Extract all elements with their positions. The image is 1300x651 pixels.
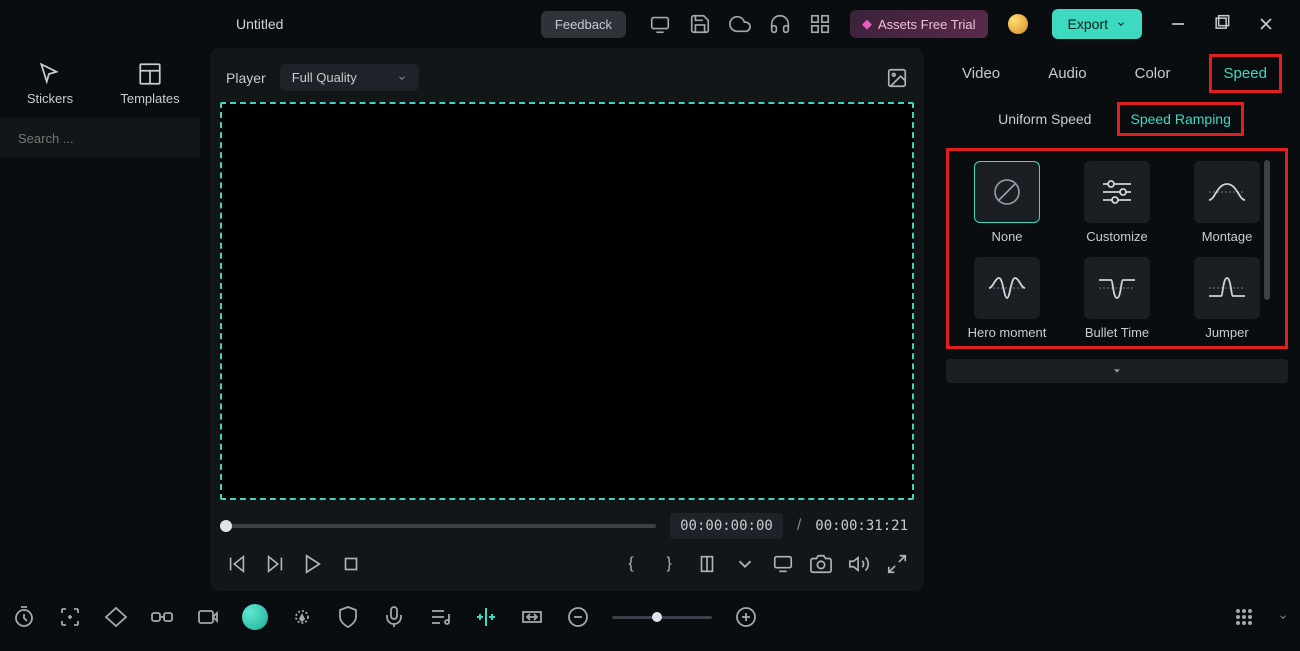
timeline-toolbar [0,591,1300,643]
mic-icon[interactable] [382,605,406,629]
step-back-button[interactable] [226,553,248,575]
player-panel: Player Full Quality 00:00:00:00 / 00:00:… [210,48,924,591]
preset-none[interactable]: None [955,161,1059,245]
preset-montage-label: Montage [1202,229,1253,245]
zoom-slider[interactable] [612,616,712,619]
stickers-label: Stickers [27,91,73,106]
uniform-speed-mode[interactable]: Uniform Speed [990,105,1099,133]
zoom-in-button[interactable] [734,605,758,629]
stickers-tab[interactable]: Stickers [0,48,100,118]
maximize-icon[interactable] [1212,14,1232,34]
assets-free-trial-button[interactable]: ◆ Assets Free Trial [850,10,988,38]
template-icon [137,61,163,87]
sparkle-icon[interactable] [290,605,314,629]
scrollbar[interactable] [1264,160,1270,300]
snapshot-image-icon[interactable] [886,67,908,89]
preset-hero-moment[interactable]: Hero moment [955,257,1059,341]
quality-select[interactable]: Full Quality [280,64,419,91]
grid-icon[interactable] [809,13,831,35]
search-row [0,118,200,158]
chevron-down-icon[interactable] [1278,605,1288,629]
aspect-lock-icon[interactable] [696,553,718,575]
shield-icon[interactable] [336,605,360,629]
assets-trial-label: Assets Free Trial [878,17,976,32]
scrub-thumb[interactable] [220,520,232,532]
preset-bullet-time[interactable]: Bullet Time [1065,257,1169,341]
preset-customize[interactable]: Customize [1065,161,1169,245]
feedback-button[interactable]: Feedback [541,11,626,38]
preset-bullet-label: Bullet Time [1085,325,1149,341]
screen-icon[interactable] [649,13,671,35]
inspector-panel: Video Audio Color Speed Uniform Speed Sp… [934,48,1300,591]
crop-bracket-icon[interactable] [58,605,82,629]
record-toggle-icon[interactable] [196,605,220,629]
tab-audio[interactable]: Audio [1038,59,1096,88]
playlist-icon[interactable] [428,605,452,629]
cursor-icon [37,61,63,87]
none-icon [974,161,1040,223]
stop-button[interactable] [340,553,362,575]
preset-none-label: None [991,229,1022,245]
gem-icon: ◆ [862,16,872,32]
tab-speed[interactable]: Speed [1209,54,1282,93]
preset-jumper-label: Jumper [1205,325,1248,341]
time-separator: / [797,517,801,535]
search-input[interactable] [18,131,194,146]
grid-view-icon[interactable] [1232,605,1256,629]
jumper-curve-icon [1194,257,1260,319]
tag-icon[interactable] [104,605,128,629]
speed-ramping-mode[interactable]: Speed Ramping [1117,102,1243,136]
time-total: 00:00:31:21 [815,518,908,534]
expand-presets-button[interactable] [946,359,1288,383]
zoom-slider-thumb[interactable] [652,612,662,622]
chevron-down-icon[interactable] [734,553,756,575]
chevron-down-icon [1116,19,1126,29]
templates-label: Templates [120,91,179,106]
zoom-out-button[interactable] [566,605,590,629]
top-bar: Untitled Feedback ◆ Assets Free Trial Ex… [0,0,1300,48]
tab-video[interactable]: Video [952,59,1010,88]
volume-icon[interactable] [848,553,870,575]
brace-left-icon[interactable]: { [620,553,642,575]
hero-curve-icon [974,257,1040,319]
cloud-icon[interactable] [729,13,751,35]
headset-icon[interactable] [769,13,791,35]
montage-curve-icon [1194,161,1260,223]
fit-width-icon[interactable] [520,605,544,629]
bullet-curve-icon [1084,257,1150,319]
close-icon[interactable] [1256,14,1276,34]
preview-canvas[interactable] [220,102,914,500]
player-label: Player [226,70,266,86]
play-button[interactable] [302,553,324,575]
camera-icon[interactable] [810,553,832,575]
quality-value: Full Quality [292,70,357,85]
save-icon[interactable] [689,13,711,35]
moon-badge-icon[interactable] [1008,14,1028,34]
scrub-track[interactable] [226,524,656,528]
time-current: 00:00:00:00 [670,513,783,539]
brace-right-icon[interactable]: } [658,553,680,575]
link-icon[interactable] [150,605,174,629]
speed-ramping-presets: None Customize Montage Hero moment Bulle… [946,148,1288,349]
preset-customize-label: Customize [1086,229,1147,245]
export-button[interactable]: Export [1052,9,1142,39]
preset-hero-label: Hero moment [968,325,1047,341]
left-sidebar: Stickers Templates [0,48,200,591]
split-icon[interactable] [474,605,498,629]
ai-face-icon[interactable] [242,604,268,630]
triangle-down-icon [1112,366,1122,376]
fullscreen-icon[interactable] [886,553,908,575]
export-label: Export [1068,16,1108,32]
minimize-icon[interactable] [1168,14,1188,34]
timer-icon[interactable] [12,605,36,629]
display-icon[interactable] [772,553,794,575]
templates-tab[interactable]: Templates [100,48,200,118]
chevron-down-icon [397,73,407,83]
step-forward-button[interactable] [264,553,286,575]
sliders-icon [1084,161,1150,223]
tab-color[interactable]: Color [1125,59,1181,88]
project-title: Untitled [236,16,283,32]
